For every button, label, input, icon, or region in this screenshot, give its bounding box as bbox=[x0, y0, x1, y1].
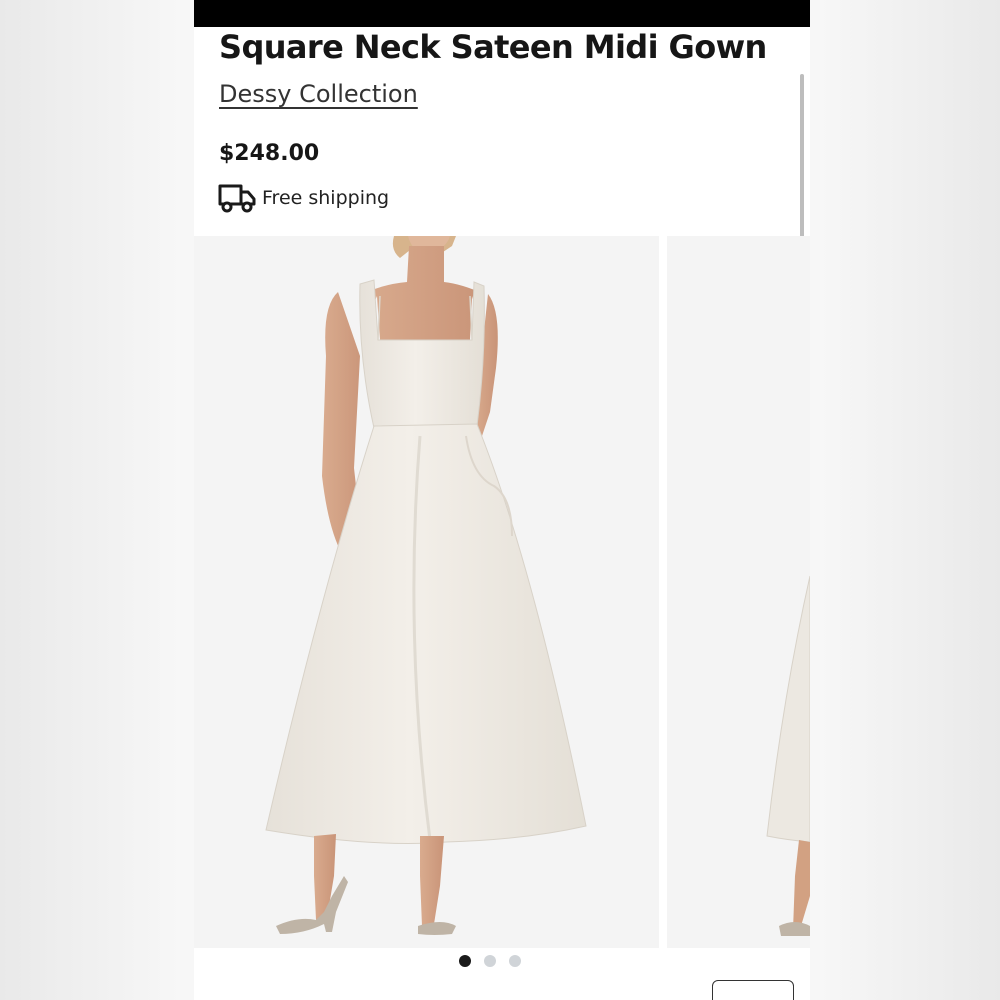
brand-link[interactable]: Dessy Collection bbox=[219, 80, 418, 108]
truck-icon bbox=[218, 184, 256, 213]
carousel-dot-3[interactable] bbox=[509, 955, 521, 967]
product-image-main[interactable] bbox=[194, 236, 659, 948]
product-page: Square Neck Sateen Midi Gown Dessy Colle… bbox=[194, 0, 810, 1000]
shipping-info: Free shipping bbox=[218, 182, 389, 214]
carousel-pagination bbox=[194, 955, 810, 969]
carousel-dot-2[interactable] bbox=[484, 955, 496, 967]
product-image-next[interactable] bbox=[667, 236, 810, 948]
product-title: Square Neck Sateen Midi Gown bbox=[219, 28, 767, 66]
shipping-label: Free shipping bbox=[262, 187, 390, 209]
carousel-dot-1[interactable] bbox=[459, 955, 471, 967]
image-carousel[interactable] bbox=[194, 236, 810, 948]
status-bar bbox=[194, 0, 810, 27]
product-price: $248.00 bbox=[219, 141, 320, 166]
select-box[interactable] bbox=[712, 980, 794, 1000]
